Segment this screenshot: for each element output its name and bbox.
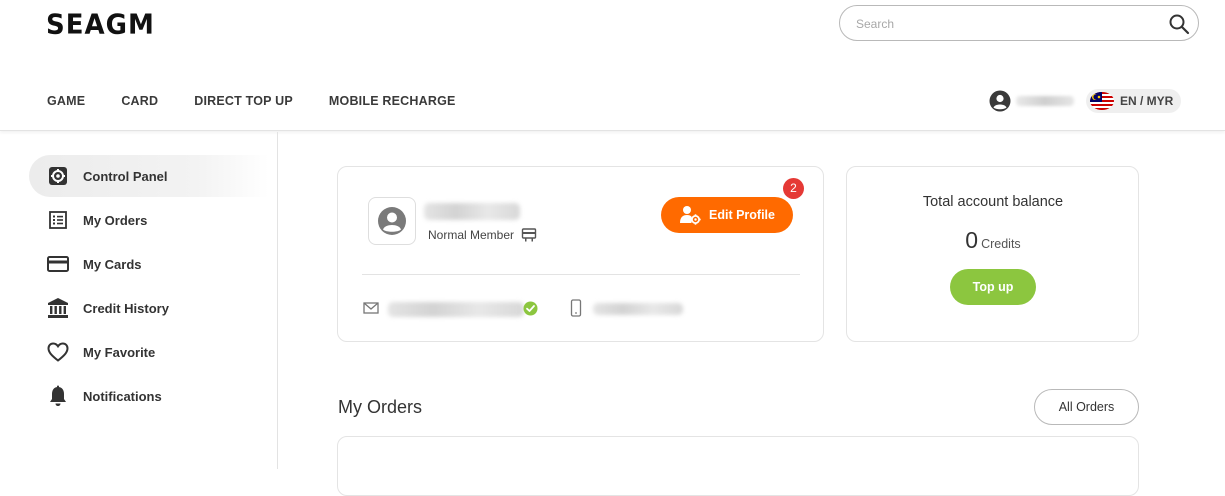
top-up-button[interactable]: Top up [950,269,1036,305]
balance-unit: Credits [981,237,1021,251]
sidebar-item-label: Credit History [83,300,169,316]
search-box [839,5,1199,41]
notification-count-badge: 2 [783,178,804,199]
sidebar-item-control-panel[interactable]: Control Panel [29,155,269,197]
sidebar-item-label: My Favorite [83,344,156,360]
sidebar-item-my-favorite[interactable]: My Favorite [29,331,269,373]
sidebar-item-label: My Cards [83,256,142,272]
phone-icon [570,299,582,322]
credit-card-icon [47,253,69,275]
sidebar-item-my-cards[interactable]: My Cards [29,243,269,285]
sidebar-item-label: Notifications [83,388,162,404]
nav-game[interactable]: GAME [47,94,85,108]
sidebar-item-my-orders[interactable]: My Orders [29,199,269,241]
email-redacted [388,302,524,317]
account-sidebar: Control Panel My Orders My Cards Credit … [0,132,278,469]
member-level: Normal Member [428,228,515,242]
search-icon[interactable] [1168,13,1190,35]
site-header: SEAGM GAME CARD DIRECT TOP UP MOBILE REC… [0,0,1225,131]
sidebar-item-label: My Orders [83,212,148,228]
edit-profile-button[interactable]: Edit Profile [661,197,793,233]
username-redacted[interactable] [1016,96,1074,106]
nav-mobile-recharge[interactable]: MOBILE RECHARGE [329,94,456,108]
my-orders-heading: My Orders [338,397,423,417]
balance-card: Total account balance 0 Credits Top up [846,166,1139,342]
edit-profile-label: Edit Profile [709,208,775,222]
user-account-icon[interactable] [989,90,1011,112]
nav-card[interactable]: CARD [121,94,158,108]
balance-amount: 0 [965,227,979,253]
email-icon [363,301,379,320]
list-icon [47,209,69,231]
sidebar-item-credit-history[interactable]: Credit History [29,287,269,329]
user-settings-icon [679,205,701,228]
malaysia-flag-icon [1090,92,1114,110]
main-nav: GAME CARD DIRECT TOP UP MOBILE RECHARGE [47,94,492,108]
avatar[interactable] [368,197,416,245]
username-redacted [424,203,520,220]
balance-amount-row: 0 Credits [847,227,1139,254]
heart-icon [47,341,69,363]
search-input[interactable] [856,15,1156,33]
verified-check-icon [523,301,538,321]
phone-redacted [593,303,683,315]
gear-icon [47,165,69,187]
bell-icon [47,385,69,407]
sidebar-item-notifications[interactable]: Notifications [29,375,269,417]
orders-panel [337,436,1139,496]
balance-title: Total account balance [922,194,1064,210]
language-label: EN / MYR [1120,94,1174,108]
profile-card: Normal Member Edit Profile 2 [337,166,824,342]
all-orders-button[interactable]: All Orders [1034,389,1139,425]
bank-icon [47,297,69,319]
nav-direct-top-up[interactable]: DIRECT TOP UP [194,94,293,108]
seagm-logo[interactable]: SEAGM [46,9,155,41]
membership-card-icon [521,227,537,248]
divider [362,274,800,275]
language-currency-selector[interactable]: EN / MYR [1086,89,1181,113]
sidebar-item-label: Control Panel [83,168,168,184]
